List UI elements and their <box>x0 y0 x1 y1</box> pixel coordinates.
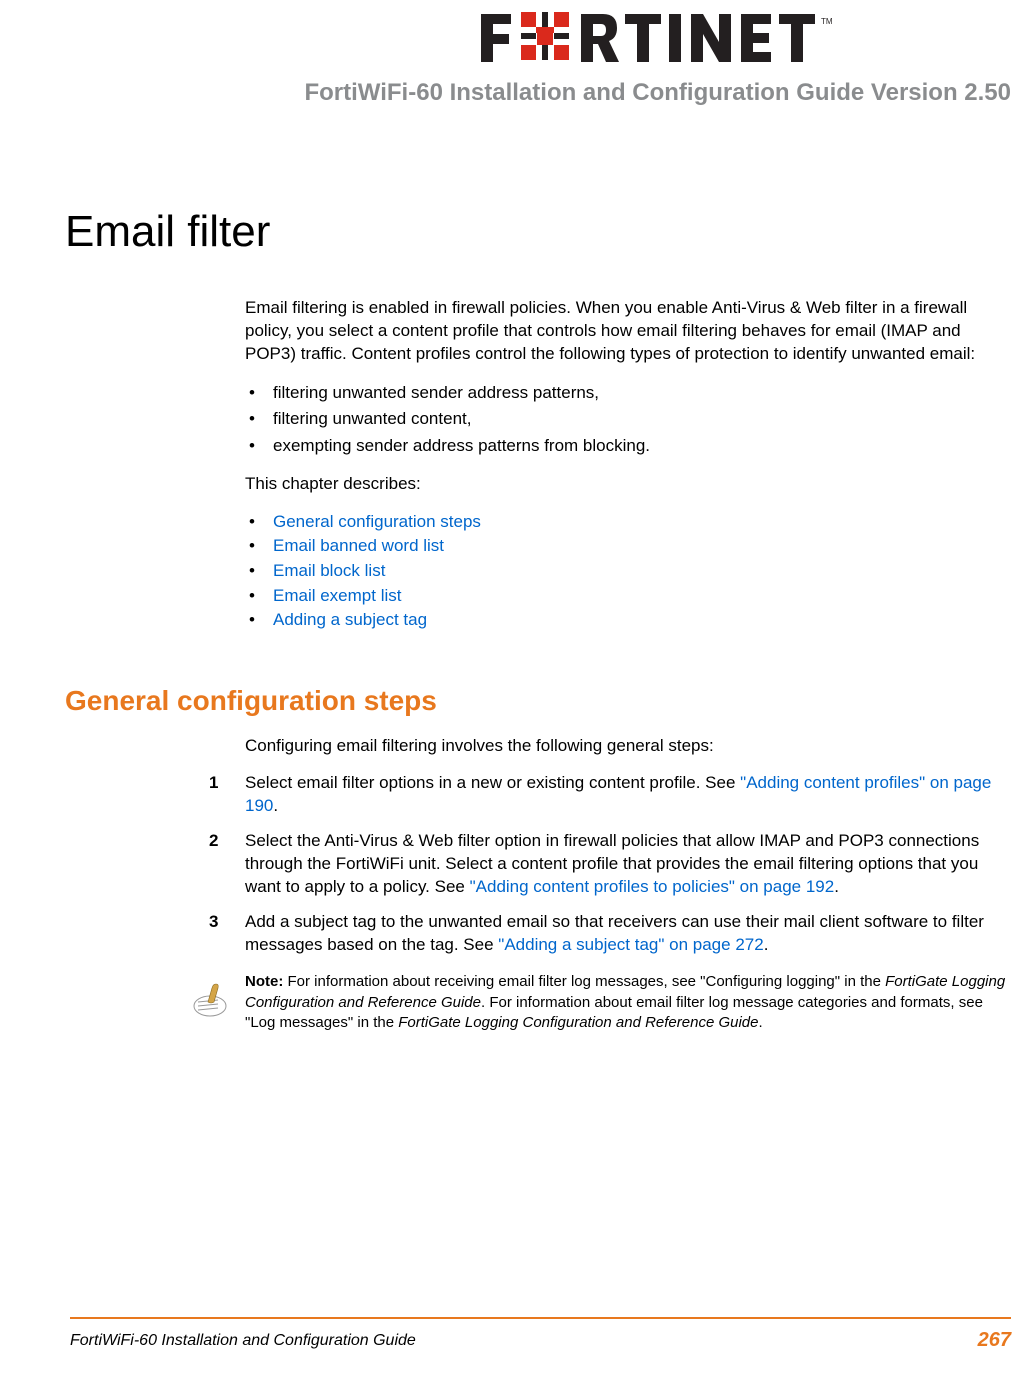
steps-list: 1 Select email filter options in a new o… <box>245 772 1011 957</box>
footer-title: FortiWiFi-60 Installation and Configurat… <box>70 1332 416 1350</box>
list-item: Email block list <box>245 559 1011 584</box>
step-number: 2 <box>209 830 218 853</box>
note-icon <box>185 972 235 1033</box>
note-block: Note: For information about receiving em… <box>245 972 1011 1033</box>
link-subject-tag[interactable]: Adding a subject tag <box>273 610 427 629</box>
section-intro: Configuring email filtering involves the… <box>245 735 1011 758</box>
link-general-config[interactable]: General configuration steps <box>273 512 481 531</box>
list-item: filtering unwanted content, <box>245 406 1011 432</box>
link-block-list[interactable]: Email block list <box>273 561 385 580</box>
link-adding-profiles-policies[interactable]: "Adding content profiles to policies" on… <box>470 877 835 896</box>
note-text: Note: For information about receiving em… <box>245 972 1011 1033</box>
note-label: Note: <box>245 973 283 990</box>
link-banned-word[interactable]: Email banned word list <box>273 536 444 555</box>
logo-area: TM <box>70 10 1011 71</box>
step-text: Select email filter options in a new or … <box>245 773 740 792</box>
step-number: 1 <box>209 772 218 795</box>
chapter-links: General configuration steps Email banned… <box>245 510 1011 633</box>
document-title: FortiWiFi-60 Installation and Configurat… <box>70 79 1011 107</box>
step-text-after: . <box>834 877 839 896</box>
list-item: Email banned word list <box>245 534 1011 559</box>
list-item: General configuration steps <box>245 510 1011 535</box>
list-item: Email exempt list <box>245 584 1011 609</box>
link-exempt-list[interactable]: Email exempt list <box>273 586 401 605</box>
note-t3: . <box>758 1014 762 1031</box>
chapter-title: Email filter <box>65 207 1011 257</box>
step-text-after: . <box>764 935 769 954</box>
link-adding-subject-tag[interactable]: "Adding a subject tag" on page 272 <box>498 935 763 954</box>
step-text-after: . <box>273 796 278 815</box>
fortinet-logo: TM <box>481 10 1011 71</box>
step-item: 1 Select email filter options in a new o… <box>245 772 1011 818</box>
step-item: 3 Add a subject tag to the unwanted emai… <box>245 911 1011 957</box>
page-footer: FortiWiFi-60 Installation and Configurat… <box>70 1317 1011 1352</box>
note-i2: FortiGate Logging Configuration and Refe… <box>398 1014 758 1031</box>
list-item: Adding a subject tag <box>245 608 1011 633</box>
step-number: 3 <box>209 911 218 934</box>
intro-bullets: filtering unwanted sender address patter… <box>245 380 1011 459</box>
footer-page-number: 267 <box>978 1329 1011 1352</box>
svg-text:TM: TM <box>821 17 833 26</box>
step-item: 2 Select the Anti-Virus & Web filter opt… <box>245 830 1011 899</box>
list-item: exempting sender address patterns from b… <box>245 433 1011 459</box>
section-title: General configuration steps <box>65 685 1011 717</box>
intro-paragraph: Email filtering is enabled in firewall p… <box>245 297 1011 366</box>
note-t1: For information about receiving email fi… <box>283 973 885 990</box>
list-item: filtering unwanted sender address patter… <box>245 380 1011 406</box>
intro-paragraph-2: This chapter describes: <box>245 473 1011 496</box>
